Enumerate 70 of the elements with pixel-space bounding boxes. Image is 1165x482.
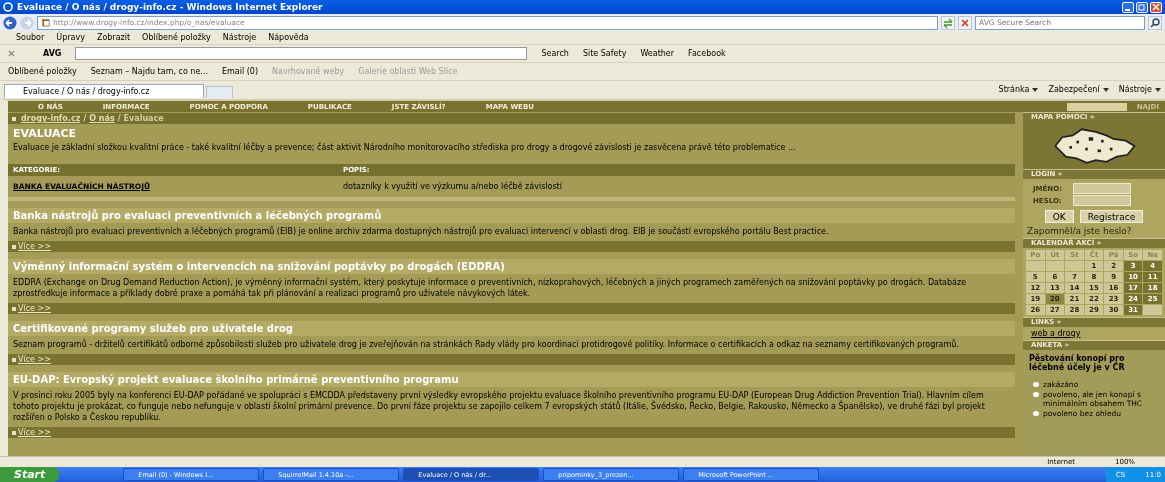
article-text: V prosinci roku 2005 byly na konferenci EU-DAP pořádané ve spolupráci s EMCDDA představeny první výsledky evropského projektu evaluace školního preventivního programu EU-DAP (European Drug Addiction Prevention Trial). Hlavním cílem tohoto projektu je prokázat, co funguje nebo nefunguje v oblasti školní primární prevence. Do první fáze projektu se zapojilo celkem 7 evropských států (Itálie, Švédsko, Řecko, Belgie, Rakousko, Německo a Španělsko), ve druhé fázi byl projekt rozšířen o Polsko a Českou republiku. <box>12 389 986 424</box>
forgot-password-link[interactable]: Zapomněl/a jste heslo? <box>1027 224 1161 236</box>
favorite-link[interactable]: Email (0) <box>221 67 259 76</box>
article-text: Seznam programů - držitelů certifikátů odborné způsobilosti služeb pro uživatele drog je zveřejňován na stránkách Rady vlády pro koordinaci protidrogové politiky. Informace o certifikacích a odkaz na seznamy certifikovaných programů. <box>12 338 960 351</box>
menu-item[interactable]: Nástroje <box>222 33 257 42</box>
more-link[interactable]: Více >> <box>18 355 51 364</box>
register-button[interactable]: Registrace <box>1079 210 1144 223</box>
browser-tab[interactable]: Evaluace / O nás / drogy-info.cz <box>4 84 204 98</box>
radio-button[interactable] <box>1033 382 1039 387</box>
caret-icon <box>1155 88 1161 92</box>
more-link[interactable]: Více >> <box>18 428 51 437</box>
breadcrumb-link[interactable]: O nás <box>89 114 115 123</box>
menu-item[interactable]: Nápověda <box>268 33 309 42</box>
bullet-icon <box>12 116 16 121</box>
poll-question: Pěstování konopí pro léčebné účely je v ČR <box>1029 354 1126 372</box>
toolbar-button[interactable]: Site Safety <box>582 49 627 58</box>
toolbar-search-field[interactable] <box>75 47 528 60</box>
article-heading: Výměnný informační systém o intervencích na snižování poptávky po drogách (EDDRA) <box>8 259 1015 274</box>
menu-item[interactable]: Oblíbené položky <box>142 33 211 42</box>
refresh-icon[interactable] <box>941 15 955 30</box>
article-heading: EU-DAP: Evropský projekt evaluace školního primárně preventivního programu <box>8 372 1015 387</box>
command-menu[interactable]: Stránka <box>998 85 1039 94</box>
breadcrumb-separator: / <box>117 114 121 123</box>
toolbar-button[interactable]: Weather <box>640 49 675 58</box>
page-title: EVALUACE <box>12 126 78 140</box>
favorites-button[interactable]: Oblíbené položky <box>8 67 77 76</box>
close-icon <box>1152 3 1160 11</box>
toolbar-button[interactable]: Search <box>541 49 569 58</box>
close-button[interactable] <box>1150 1 1162 13</box>
radio-button[interactable] <box>1033 392 1039 397</box>
caret-icon <box>1102 88 1109 92</box>
username-field[interactable] <box>1073 183 1131 194</box>
stop-icon[interactable] <box>958 15 972 30</box>
close-icon[interactable] <box>8 50 15 57</box>
toolbar-button[interactable]: Facebook <box>688 49 726 58</box>
back-button[interactable] <box>3 15 17 30</box>
intro-text: Evaluace je základní složkou kvalitní práce - také kvalitní léčby a prevence; část aktivit Národního monitorovacího střediska pro drogy a drogové závislosti je zasvěcena právě této problematice ... <box>12 141 797 154</box>
restore-icon <box>1138 3 1146 11</box>
article-text: EDDRA (Exchange on Drug Demand Reduction Action), je výměnný informační systém, který poskytuje informace o preventivních, nízkoprahových, léčebných a jiných programech zaměřených na snižování poptávky po drogách. Databáze zprostředkuje informace a příklady dobré praxe a pomáhá tak při plánování a realizaci programů pro uživatele návykových látek. <box>12 276 968 300</box>
menu-item[interactable]: Soubor <box>16 33 45 42</box>
bullet-icon <box>12 244 16 249</box>
more-link[interactable]: Více >> <box>18 242 51 251</box>
menu-item[interactable]: Úpravy <box>56 33 85 42</box>
table-cell: dotazníky k využití ve výzkumu a/nebo léčbě závislostí <box>343 182 562 191</box>
breadcrumb-current: Evaluace <box>123 114 164 123</box>
favorite-link[interactable]: Seznam – Najdu tam, co ne... <box>90 67 208 76</box>
breadcrumb-link[interactable]: drogy-info.cz <box>21 114 81 123</box>
radio-button[interactable] <box>1033 411 1039 416</box>
search-icon[interactable] <box>1148 15 1162 30</box>
window-title: Evaluace / O nás / drogy-info.cz - Windows Internet Explorer <box>17 2 324 12</box>
article-heading: Certifikované programy služeb pro uživatele drog <box>8 321 1015 336</box>
article-heading: Banka nástrojů pro evaluaci preventivních a léčebných programů <box>8 208 1015 223</box>
menu-item[interactable]: Zobrazit <box>96 33 131 42</box>
site-search-field[interactable] <box>1066 102 1127 111</box>
caret-icon <box>1032 88 1039 92</box>
command-menu[interactable]: Nástroje <box>1118 85 1161 94</box>
toolbar-logo[interactable]: AVG <box>29 49 62 58</box>
more-link[interactable]: Více >> <box>18 304 51 313</box>
start-button[interactable]: Start <box>0 467 60 482</box>
password-field[interactable] <box>1073 195 1131 206</box>
breadcrumb-separator: / <box>83 114 87 123</box>
bullet-icon <box>12 357 16 362</box>
bullet-icon <box>12 306 16 311</box>
article-text: Banka nástrojů pro evaluaci preventivních a léčebných programů (EIB) je online archiv zdarma dostupných nástrojů pro evaluaci intervencí v oblasti drog. EIB je součástí evropského portálu Best practice. <box>12 225 830 238</box>
minimize-button[interactable] <box>1122 1 1134 13</box>
page-icon <box>41 18 50 27</box>
command-menu[interactable]: Zabezpečení <box>1048 85 1109 94</box>
ok-button[interactable]: OK <box>1044 210 1074 223</box>
restore-button[interactable] <box>1136 1 1148 13</box>
bullet-icon <box>12 430 16 435</box>
